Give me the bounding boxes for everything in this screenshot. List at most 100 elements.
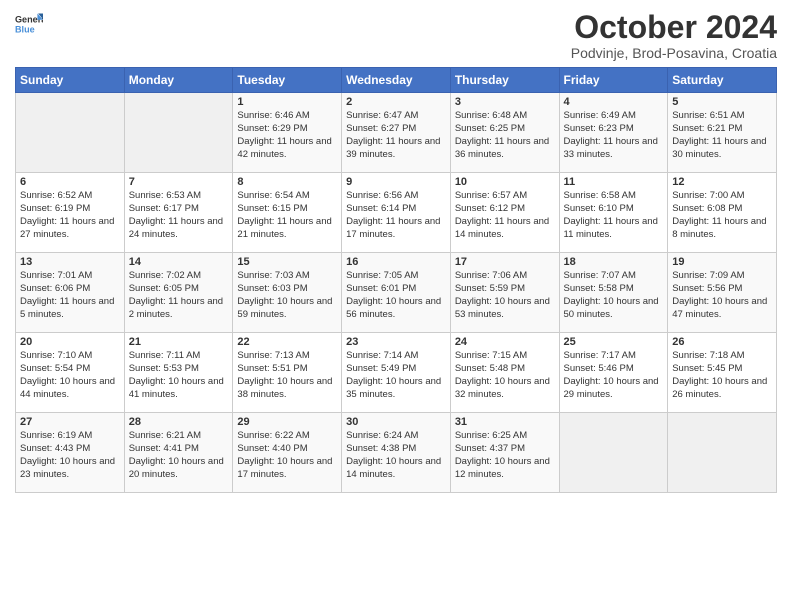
week-row-2: 6 Sunrise: 6:52 AM Sunset: 6:19 PM Daylig… [16,173,777,253]
day-info: Sunrise: 6:51 AM Sunset: 6:21 PM Dayligh… [672,110,772,161]
day-number: 22 [237,336,337,348]
day-info: Sunrise: 6:22 AM Sunset: 4:40 PM Dayligh… [237,430,337,481]
day-number: 21 [129,336,229,348]
day-info: Sunrise: 7:11 AM Sunset: 5:53 PM Dayligh… [129,350,229,401]
day-info: Sunrise: 6:25 AM Sunset: 4:37 PM Dayligh… [455,430,555,481]
col-friday: Friday [559,68,668,93]
day-cell: 19Sunrise: 7:09 AM Sunset: 5:56 PM Dayli… [668,253,777,333]
day-info: Sunrise: 6:19 AM Sunset: 4:43 PM Dayligh… [20,430,120,481]
day-cell: 12 Sunrise: 7:00 AM Sunset: 6:08 PM Dayli… [668,173,777,253]
day-cell: 6 Sunrise: 6:52 AM Sunset: 6:19 PM Daylig… [16,173,125,253]
day-info: Sunrise: 7:17 AM Sunset: 5:46 PM Dayligh… [564,350,664,401]
calendar-subtitle: Podvinje, Brod-Posavina, Croatia [571,45,777,61]
day-cell: 27Sunrise: 6:19 AM Sunset: 4:43 PM Dayli… [16,413,125,493]
day-cell: 17 Sunrise: 7:06 AM Sunset: 5:59 PM Dayli… [450,253,559,333]
header: General Blue October 2024 Podvinje, Brod… [15,10,777,61]
day-info: Sunrise: 7:00 AM Sunset: 6:08 PM Dayligh… [672,190,772,241]
col-monday: Monday [124,68,233,93]
day-cell: 26 Sunrise: 7:18 AM Sunset: 5:45 PM Dayli… [668,333,777,413]
day-number: 2 [346,96,446,108]
day-info: Sunrise: 7:05 AM Sunset: 6:01 PM Dayligh… [346,270,446,321]
day-number: 1 [237,96,337,108]
day-cell: 3 Sunrise: 6:48 AM Sunset: 6:25 PM Daylig… [450,93,559,173]
calendar-title: October 2024 [571,10,777,45]
day-number: 17 [455,256,555,268]
day-cell: 24Sunrise: 7:15 AM Sunset: 5:48 PM Dayli… [450,333,559,413]
week-row-1: 1 Sunrise: 6:46 AM Sunset: 6:29 PM Daylig… [16,93,777,173]
day-cell: 28 Sunrise: 6:21 AM Sunset: 4:41 PM Dayli… [124,413,233,493]
day-cell: 31Sunrise: 6:25 AM Sunset: 4:37 PM Dayli… [450,413,559,493]
day-cell: 2 Sunrise: 6:47 AM Sunset: 6:27 PM Daylig… [342,93,451,173]
day-number: 20 [20,336,120,348]
day-cell: 9Sunrise: 6:56 AM Sunset: 6:14 PM Daylig… [342,173,451,253]
col-sunday: Sunday [16,68,125,93]
day-info: Sunrise: 6:49 AM Sunset: 6:23 PM Dayligh… [564,110,664,161]
day-info: Sunrise: 6:46 AM Sunset: 6:29 PM Dayligh… [237,110,337,161]
day-cell: 29 Sunrise: 6:22 AM Sunset: 4:40 PM Dayli… [233,413,342,493]
day-cell: 11Sunrise: 6:58 AM Sunset: 6:10 PM Dayli… [559,173,668,253]
header-row: Sunday Monday Tuesday Wednesday Thursday… [16,68,777,93]
day-cell: 13 Sunrise: 7:01 AM Sunset: 6:06 PM Dayli… [16,253,125,333]
svg-text:Blue: Blue [15,24,35,34]
day-number: 19 [672,256,772,268]
day-info: Sunrise: 6:58 AM Sunset: 6:10 PM Dayligh… [564,190,664,241]
calendar-header: Sunday Monday Tuesday Wednesday Thursday… [16,68,777,93]
week-row-5: 27Sunrise: 6:19 AM Sunset: 4:43 PM Dayli… [16,413,777,493]
day-cell [124,93,233,173]
day-number: 30 [346,416,446,428]
calendar-table: Sunday Monday Tuesday Wednesday Thursday… [15,67,777,493]
day-info: Sunrise: 7:03 AM Sunset: 6:03 PM Dayligh… [237,270,337,321]
day-number: 12 [672,176,772,188]
day-cell: 7 Sunrise: 6:53 AM Sunset: 6:17 PM Daylig… [124,173,233,253]
day-number: 6 [20,176,120,188]
day-cell [559,413,668,493]
day-cell: 10 Sunrise: 6:57 AM Sunset: 6:12 PM Dayli… [450,173,559,253]
day-info: Sunrise: 6:24 AM Sunset: 4:38 PM Dayligh… [346,430,446,481]
day-cell: 21 Sunrise: 7:11 AM Sunset: 5:53 PM Dayli… [124,333,233,413]
day-number: 3 [455,96,555,108]
day-cell [668,413,777,493]
day-cell: 4 Sunrise: 6:49 AM Sunset: 6:23 PM Daylig… [559,93,668,173]
day-number: 29 [237,416,337,428]
day-number: 13 [20,256,120,268]
calendar-body: 1 Sunrise: 6:46 AM Sunset: 6:29 PM Daylig… [16,93,777,493]
day-number: 16 [346,256,446,268]
week-row-4: 20Sunrise: 7:10 AM Sunset: 5:54 PM Dayli… [16,333,777,413]
title-block: October 2024 Podvinje, Brod-Posavina, Cr… [571,10,777,61]
day-info: Sunrise: 6:48 AM Sunset: 6:25 PM Dayligh… [455,110,555,161]
day-info: Sunrise: 6:21 AM Sunset: 4:41 PM Dayligh… [129,430,229,481]
day-info: Sunrise: 6:47 AM Sunset: 6:27 PM Dayligh… [346,110,446,161]
day-cell: 14Sunrise: 7:02 AM Sunset: 6:05 PM Dayli… [124,253,233,333]
day-number: 4 [564,96,664,108]
day-info: Sunrise: 7:15 AM Sunset: 5:48 PM Dayligh… [455,350,555,401]
day-info: Sunrise: 7:06 AM Sunset: 5:59 PM Dayligh… [455,270,555,321]
day-info: Sunrise: 6:54 AM Sunset: 6:15 PM Dayligh… [237,190,337,241]
col-tuesday: Tuesday [233,68,342,93]
day-cell: 15 Sunrise: 7:03 AM Sunset: 6:03 PM Dayli… [233,253,342,333]
day-number: 26 [672,336,772,348]
day-info: Sunrise: 7:07 AM Sunset: 5:58 PM Dayligh… [564,270,664,321]
day-info: Sunrise: 6:53 AM Sunset: 6:17 PM Dayligh… [129,190,229,241]
col-wednesday: Wednesday [342,68,451,93]
day-cell: 25Sunrise: 7:17 AM Sunset: 5:46 PM Dayli… [559,333,668,413]
week-row-3: 13 Sunrise: 7:01 AM Sunset: 6:06 PM Dayli… [16,253,777,333]
day-info: Sunrise: 6:52 AM Sunset: 6:19 PM Dayligh… [20,190,120,241]
day-number: 18 [564,256,664,268]
day-number: 8 [237,176,337,188]
day-number: 15 [237,256,337,268]
day-cell: 18 Sunrise: 7:07 AM Sunset: 5:58 PM Dayli… [559,253,668,333]
day-info: Sunrise: 6:56 AM Sunset: 6:14 PM Dayligh… [346,190,446,241]
day-cell: 22 Sunrise: 7:13 AM Sunset: 5:51 PM Dayli… [233,333,342,413]
col-saturday: Saturday [668,68,777,93]
day-info: Sunrise: 6:57 AM Sunset: 6:12 PM Dayligh… [455,190,555,241]
day-info: Sunrise: 7:13 AM Sunset: 5:51 PM Dayligh… [237,350,337,401]
day-info: Sunrise: 7:01 AM Sunset: 6:06 PM Dayligh… [20,270,120,321]
day-number: 10 [455,176,555,188]
day-number: 7 [129,176,229,188]
day-cell [16,93,125,173]
day-number: 28 [129,416,229,428]
day-info: Sunrise: 7:02 AM Sunset: 6:05 PM Dayligh… [129,270,229,321]
day-info: Sunrise: 7:18 AM Sunset: 5:45 PM Dayligh… [672,350,772,401]
day-cell: 23Sunrise: 7:14 AM Sunset: 5:49 PM Dayli… [342,333,451,413]
day-number: 23 [346,336,446,348]
